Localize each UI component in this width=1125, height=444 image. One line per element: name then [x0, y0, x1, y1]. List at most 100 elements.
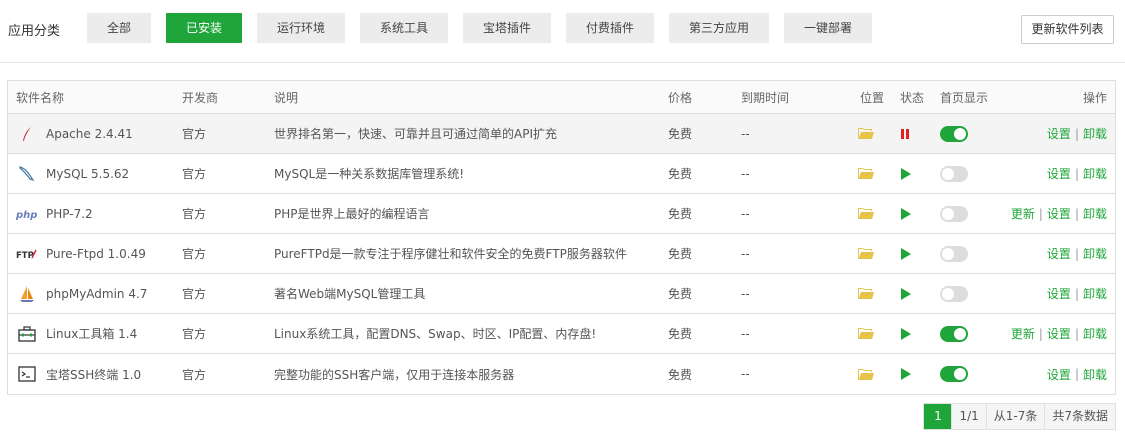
- page-range: 从1-7条: [985, 404, 1045, 429]
- svg-text:php: php: [16, 210, 37, 221]
- home-display-toggle[interactable]: [940, 125, 968, 142]
- table-row: MySQL 5.5.62 官方 MySQL是一种关系数据库管理系统! 免费 -- 设置 | 卸…: [8, 154, 1115, 194]
- developer: 官方: [182, 167, 207, 181]
- op-link[interactable]: 设置: [1047, 205, 1071, 222]
- folder-icon[interactable]: [858, 154, 874, 193]
- op-separator: |: [1074, 286, 1079, 301]
- op-link[interactable]: 卸载: [1083, 125, 1107, 142]
- software-name: Pure-Ftpd 1.0.49: [46, 246, 146, 261]
- software-name: PHP-7.2: [46, 206, 93, 221]
- ftp-logo-icon: FTP: [16, 243, 38, 265]
- page-total: 共7条数据: [1044, 404, 1115, 429]
- php-logo-icon: php: [16, 203, 38, 225]
- table-header: 软件名称 开发商 说明 价格 到期时间 位置 状态 首页显示 操作: [8, 81, 1115, 114]
- op-link[interactable]: 卸载: [1083, 366, 1107, 383]
- developer: 官方: [182, 127, 207, 141]
- phpmyadmin-sail-icon: [16, 283, 38, 305]
- expiry: --: [741, 367, 750, 381]
- table-row: phpMyAdmin 4.7 官方 著名Web端MySQL管理工具 免费 -- 设置 | 卸载: [8, 274, 1115, 314]
- op-separator: |: [1074, 246, 1079, 261]
- svg-text:FTP: FTP: [16, 251, 34, 261]
- pagination: 1 1/1 从1-7条 共7条数据: [923, 403, 1116, 430]
- developer: 官方: [182, 287, 207, 301]
- header-price: 价格: [668, 90, 693, 105]
- folder-icon[interactable]: [858, 354, 874, 394]
- expiry: --: [741, 286, 750, 301]
- category-runtime[interactable]: 运行环境: [257, 13, 345, 43]
- software-name: Apache 2.4.41: [46, 126, 133, 141]
- op-separator: |: [1074, 126, 1079, 141]
- op-link[interactable]: 设置: [1047, 325, 1071, 342]
- expiry: --: [741, 326, 750, 341]
- op-separator: |: [1038, 326, 1043, 341]
- op-link[interactable]: 卸载: [1083, 205, 1107, 222]
- op-link[interactable]: 卸载: [1083, 245, 1107, 262]
- row-actions: 设置 | 卸载: [1047, 114, 1107, 153]
- home-display-toggle[interactable]: [940, 245, 968, 262]
- category-third-party[interactable]: 第三方应用: [669, 13, 769, 43]
- price: 免费: [668, 327, 693, 341]
- play-icon[interactable]: [901, 354, 911, 394]
- op-separator: |: [1074, 166, 1079, 181]
- price: 免费: [668, 287, 693, 301]
- category-system-tools[interactable]: 系统工具: [360, 13, 448, 43]
- op-separator: |: [1074, 206, 1079, 221]
- row-actions: 设置 | 卸载: [1047, 354, 1107, 394]
- software-name: 宝塔SSH终端 1.0: [46, 367, 142, 382]
- play-icon[interactable]: [901, 234, 911, 273]
- header-location: 位置: [860, 90, 885, 105]
- op-link[interactable]: 设置: [1047, 366, 1071, 383]
- home-display-toggle[interactable]: [940, 366, 968, 382]
- play-icon[interactable]: [901, 274, 911, 313]
- play-icon[interactable]: [901, 194, 911, 233]
- header-status: 状态: [900, 90, 925, 105]
- page-count: 1/1: [951, 404, 986, 429]
- category-installed[interactable]: 已安装: [166, 13, 242, 43]
- toolbox-icon: [16, 323, 38, 345]
- header-expiry: 到期时间: [741, 90, 790, 105]
- op-link[interactable]: 卸载: [1083, 165, 1107, 182]
- apache-feather-icon: [16, 123, 38, 145]
- category-paid-plugins[interactable]: 付费插件: [566, 13, 654, 43]
- category-all[interactable]: 全部: [87, 13, 151, 43]
- expiry: --: [741, 246, 750, 261]
- category-bt-plugins[interactable]: 宝塔插件: [463, 13, 551, 43]
- op-link[interactable]: 设置: [1047, 285, 1071, 302]
- developer: 官方: [182, 207, 207, 221]
- description: 著名Web端MySQL管理工具: [274, 287, 426, 301]
- folder-icon[interactable]: [858, 234, 874, 273]
- refresh-list-button[interactable]: 更新软件列表: [1021, 15, 1114, 44]
- description: 世界排名第一，快速、可靠并且可通过简单的API扩充: [274, 127, 557, 141]
- software-name: MySQL 5.5.62: [46, 166, 130, 181]
- op-separator: |: [1038, 206, 1043, 221]
- category-label: 应用分类: [8, 24, 61, 39]
- home-display-toggle[interactable]: [940, 285, 968, 302]
- description: 完整功能的SSH客户端，仅用于连接本服务器: [274, 367, 515, 382]
- description: PHP是世界上最好的编程语言: [274, 207, 430, 221]
- op-link[interactable]: 更新: [1011, 205, 1035, 222]
- home-display-toggle[interactable]: [940, 165, 968, 182]
- play-icon[interactable]: [901, 314, 911, 353]
- op-link[interactable]: 设置: [1047, 125, 1071, 142]
- op-link[interactable]: 更新: [1011, 325, 1035, 342]
- pause-icon[interactable]: [901, 114, 909, 153]
- op-link[interactable]: 设置: [1047, 165, 1071, 182]
- category-one-click[interactable]: 一键部署: [784, 13, 872, 43]
- home-display-toggle[interactable]: [940, 325, 968, 342]
- description: MySQL是一种关系数据库管理系统!: [274, 167, 465, 181]
- table-body: Apache 2.4.41 官方 世界排名第一，快速、可靠并且可通过简单的API扩充…: [8, 114, 1115, 394]
- folder-icon[interactable]: [858, 314, 874, 353]
- folder-icon[interactable]: [858, 114, 874, 153]
- folder-icon[interactable]: [858, 274, 874, 313]
- op-link[interactable]: 设置: [1047, 245, 1071, 262]
- play-icon[interactable]: [901, 154, 911, 193]
- price: 免费: [668, 367, 693, 382]
- row-actions: 设置 | 卸载: [1047, 274, 1107, 313]
- home-display-toggle[interactable]: [940, 205, 968, 222]
- op-link[interactable]: 卸载: [1083, 325, 1107, 342]
- header-developer: 开发商: [182, 90, 219, 105]
- op-link[interactable]: 卸载: [1083, 285, 1107, 302]
- folder-icon[interactable]: [858, 194, 874, 233]
- page-current[interactable]: 1: [924, 404, 952, 429]
- mysql-dolphin-icon: [16, 163, 38, 185]
